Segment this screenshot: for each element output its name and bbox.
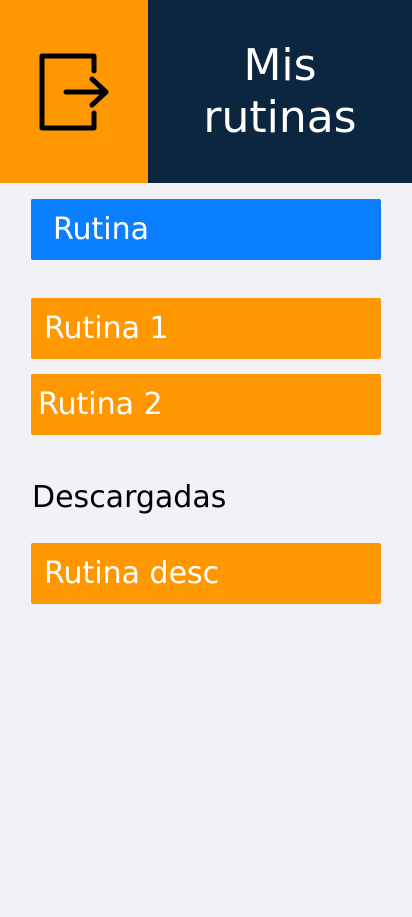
routine-item-1[interactable]: Rutina 1 (31, 298, 381, 359)
new-routine-button[interactable]: Rutina (31, 199, 381, 260)
page-title: Mis rutinas (203, 39, 357, 143)
app-header: Mis rutinas (0, 0, 412, 183)
routine-item-2[interactable]: Rutina 2 (31, 374, 381, 435)
title-panel: Mis rutinas (148, 0, 412, 183)
logout-icon (39, 53, 109, 130)
downloaded-section-label: Descargadas (32, 480, 227, 515)
downloaded-routine-item[interactable]: Rutina desc (31, 543, 381, 604)
logout-button[interactable] (0, 0, 148, 183)
